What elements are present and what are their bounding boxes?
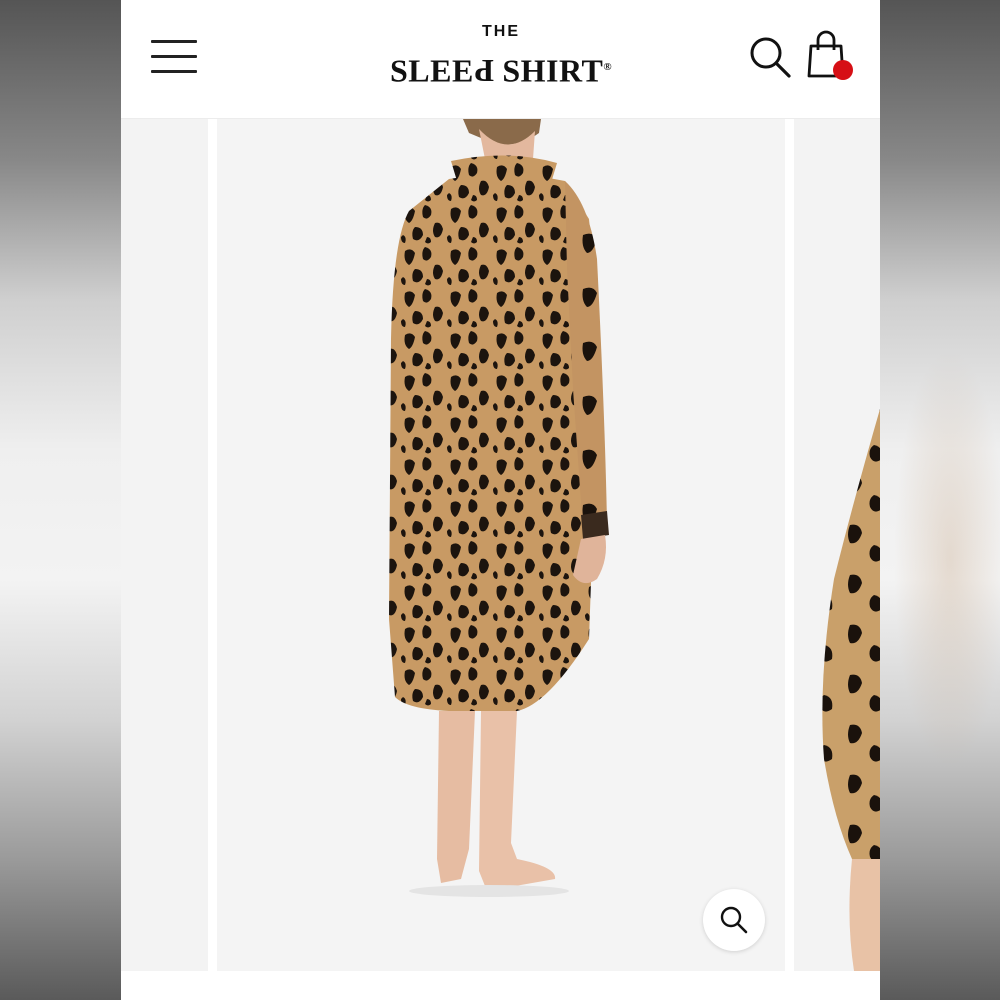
registered-mark: ® bbox=[603, 61, 613, 73]
mobile-page: THE SLEEP SHIRT® bbox=[121, 0, 880, 1000]
menu-button[interactable] bbox=[151, 40, 197, 74]
page-bottom bbox=[121, 971, 880, 1000]
gallery-slide-main[interactable] bbox=[217, 119, 785, 971]
menu-line bbox=[151, 55, 197, 58]
logo-right-text: SHIRT bbox=[502, 52, 604, 89]
cart-button[interactable] bbox=[805, 28, 859, 84]
zoom-button[interactable] bbox=[703, 889, 765, 951]
backdrop-left bbox=[0, 0, 121, 1000]
logo-main-text: SLEEP SHIRT® bbox=[371, 48, 631, 90]
cart-badge bbox=[833, 60, 853, 80]
zoom-icon bbox=[720, 906, 748, 934]
product-detail-image bbox=[822, 409, 880, 971]
product-image bbox=[389, 119, 609, 897]
search-button[interactable] bbox=[747, 34, 793, 80]
menu-line bbox=[151, 70, 197, 73]
logo-top-text: THE bbox=[482, 23, 520, 40]
product-gallery bbox=[121, 119, 880, 971]
search-icon bbox=[750, 37, 791, 78]
gallery-slide-next[interactable] bbox=[794, 119, 880, 971]
logo-flipped-letter: P bbox=[473, 52, 494, 89]
brand-logo[interactable]: THE SLEEP SHIRT® bbox=[371, 22, 631, 92]
logo-left-text: SLEE bbox=[389, 52, 474, 89]
site-header: THE SLEEP SHIRT® bbox=[121, 0, 880, 119]
backdrop-right bbox=[880, 0, 1000, 1000]
menu-line bbox=[151, 40, 197, 43]
gallery-slide-previous[interactable] bbox=[121, 119, 208, 971]
